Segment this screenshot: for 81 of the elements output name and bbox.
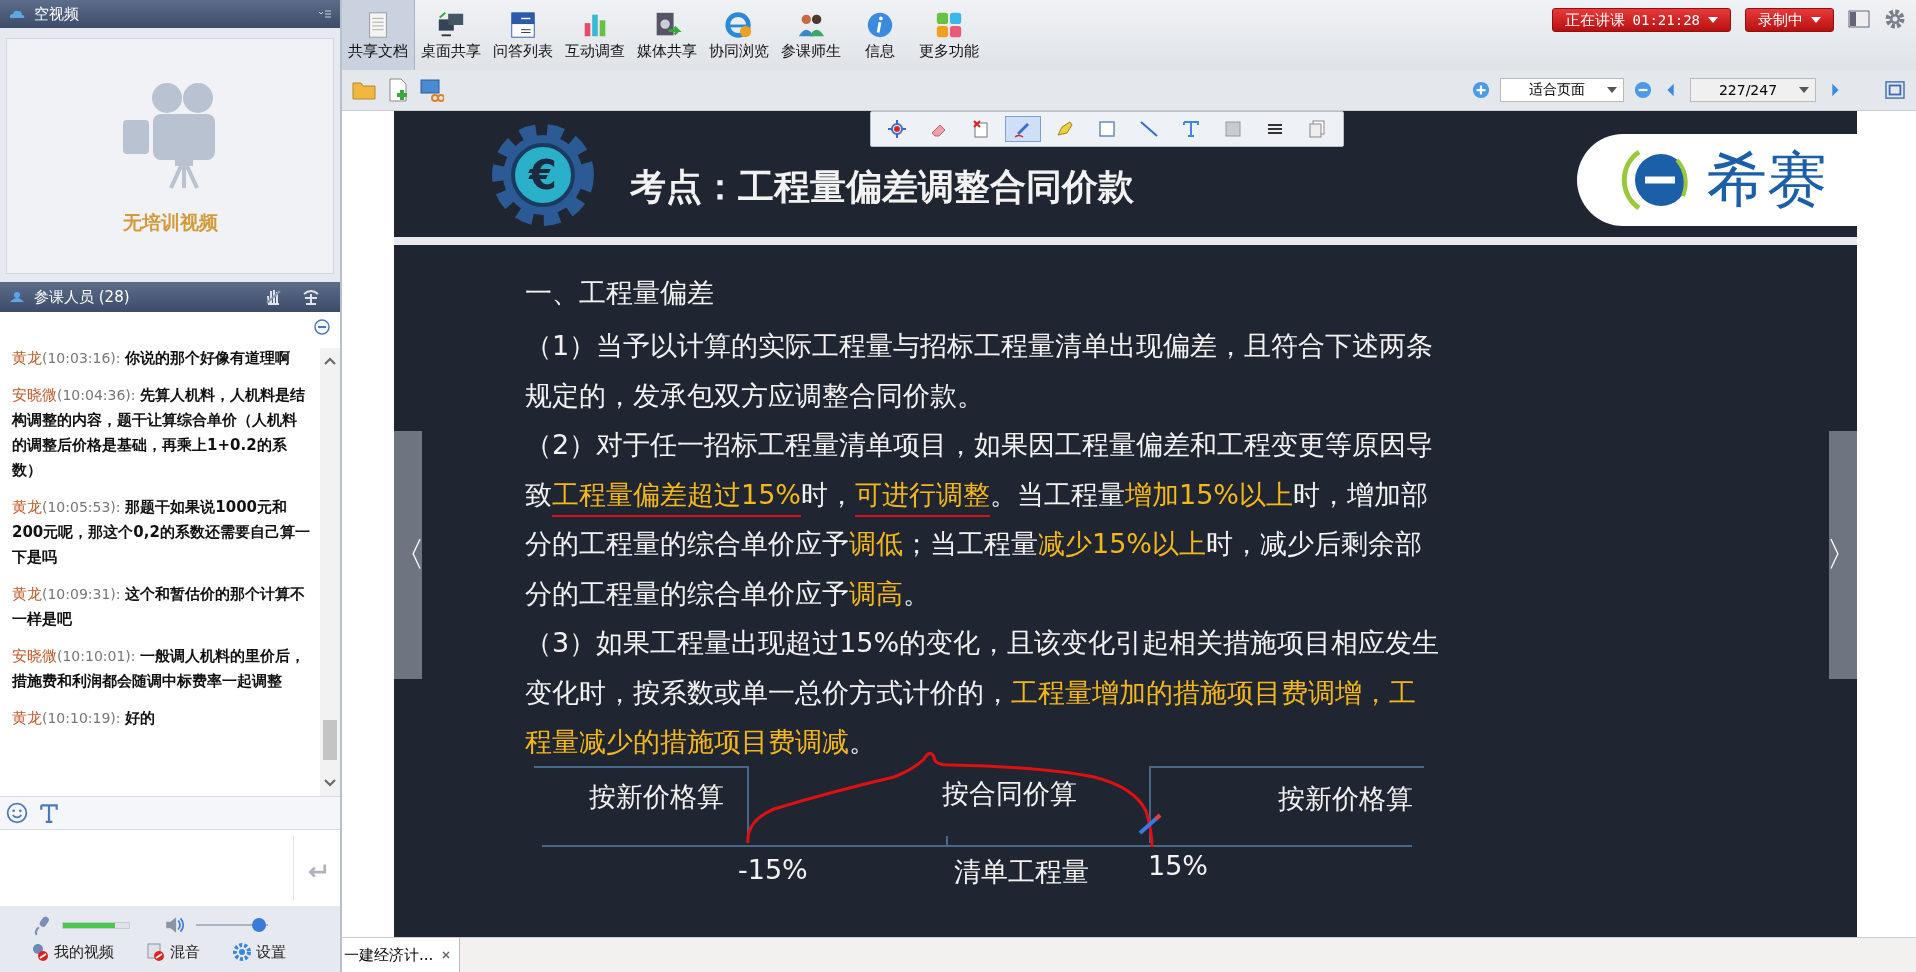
chat-message: 黄龙(10:10:19): 好的 bbox=[12, 708, 157, 729]
toolbar-button[interactable]: 互动调查 bbox=[559, 0, 631, 70]
caret-icon bbox=[1708, 17, 1718, 23]
toolbar-button[interactable]: 协同浏览 bbox=[703, 0, 775, 70]
caret-icon bbox=[1811, 17, 1821, 23]
screen-cut-icon[interactable] bbox=[420, 78, 444, 102]
settings-icon bbox=[232, 942, 252, 962]
previous-slide-button[interactable]: 〈 bbox=[394, 431, 422, 679]
chat-message: 黄龙(10:03:16): 你说的那个好像有道理啊 bbox=[12, 348, 292, 369]
document-tab[interactable]: 一建经济计... bbox=[342, 938, 461, 972]
fullscreen-icon[interactable] bbox=[1884, 81, 1906, 99]
recording-button[interactable]: 录制中 bbox=[1745, 8, 1834, 32]
axis-label: -15% bbox=[738, 854, 808, 885]
page-dropdown[interactable]: 227/247 bbox=[1690, 78, 1816, 102]
rect-icon bbox=[1097, 119, 1117, 139]
paragraph: （2）对于任一招标工程量清单项目，如果因工程量偏差和工程变更等原因导致工程量偏差超过15%时，可进行调整。当工程量增加15%以上时，增加部分的工程量的综合单价应予调低；当工程量减少15%以上时，减少后剩余部分的工程量的综合单价应予调高。 bbox=[525, 428, 1435, 611]
people-icon bbox=[8, 291, 26, 303]
toolbar-button[interactable]: 共享文档 bbox=[342, 0, 415, 70]
collapse-icon[interactable] bbox=[314, 319, 330, 335]
clear-icon bbox=[971, 119, 991, 139]
zoom-out-icon[interactable] bbox=[1634, 81, 1652, 99]
podium-icon[interactable] bbox=[302, 288, 320, 306]
logo-text: 希赛 bbox=[1707, 142, 1827, 216]
camera-off-icon bbox=[30, 942, 50, 962]
chat-message: 安晓微(10:04:36): 先算人机料，人机料是结构调整的内容，题干让算综合单价（人机料的调整后价格是基础，再乘上1+0.2的系数） bbox=[12, 385, 307, 481]
caret-icon bbox=[1799, 87, 1809, 93]
new-file-icon[interactable] bbox=[386, 78, 410, 102]
panel-title: 空视频 bbox=[34, 4, 80, 24]
microphone-level-meter bbox=[62, 921, 130, 929]
caret-icon bbox=[1607, 87, 1617, 93]
live-status-button[interactable]: 正在讲课 01:21:28 bbox=[1551, 8, 1731, 32]
next-slide-button[interactable]: 〉 bbox=[1829, 431, 1857, 679]
scroll-thumb[interactable] bbox=[323, 720, 337, 760]
chat-message: 黄龙(10:05:53): 那题干如果说1000元和200元呢，那这个0,2的系数还需要自己算一下是吗 bbox=[12, 497, 310, 568]
section-heading: 一、工程量偏差 bbox=[525, 276, 715, 310]
paragraph: （1）当予以计算的实际工程量与招标工程量清单出现偏差，且符合下述两条规定的，发承包双方应调整合同价款。 bbox=[525, 329, 1435, 413]
pointer-icon bbox=[887, 119, 907, 139]
fill-icon bbox=[1223, 119, 1243, 139]
diagram-label: 按新价格算 bbox=[1278, 783, 1413, 814]
zoom-dropdown[interactable]: 适合页面 bbox=[1500, 78, 1624, 102]
enter-icon[interactable] bbox=[306, 862, 328, 880]
mix-off-icon bbox=[146, 942, 166, 962]
toolbar-button[interactable]: 参课师生 bbox=[775, 0, 847, 70]
chat-message: 安晓微(10:10:01): 一般调人机料的里价后，措施费和利润都会随调中标费率一起调整 bbox=[12, 646, 307, 692]
browser-icon bbox=[724, 9, 754, 40]
layout-icon[interactable] bbox=[1848, 8, 1870, 30]
pen-tool-button[interactable] bbox=[1005, 116, 1041, 142]
toolbar-button[interactable]: 桌面共享 bbox=[415, 0, 487, 70]
emoji-icon[interactable] bbox=[6, 802, 28, 824]
zoom-in-icon[interactable] bbox=[1472, 81, 1490, 99]
settings-icon[interactable] bbox=[1884, 8, 1906, 30]
copy-icon bbox=[1307, 119, 1327, 139]
axis-label: 清单工程量 bbox=[954, 856, 1089, 887]
diagram-label: 按合同价算 bbox=[942, 778, 1077, 809]
diagram-label: 按新价格算 bbox=[589, 781, 724, 812]
settings-button[interactable]: 设置 bbox=[232, 940, 286, 964]
qa-icon bbox=[508, 9, 538, 40]
font-icon[interactable] bbox=[38, 802, 60, 824]
toolbar-button[interactable]: 问答列表 bbox=[487, 0, 559, 70]
close-icon[interactable] bbox=[441, 950, 452, 960]
slide-title: 考点：工程量偏差调整合同价款 bbox=[630, 164, 1135, 209]
toolbar-button[interactable]: 媒体共享 bbox=[631, 0, 703, 70]
axis-label: 15% bbox=[1148, 850, 1208, 881]
menu-icon[interactable] bbox=[318, 9, 332, 19]
hand-icon[interactable] bbox=[264, 288, 282, 306]
cloud-icon bbox=[8, 8, 26, 20]
panel-title: 参课人员 (28) bbox=[34, 287, 131, 307]
my-video-button[interactable]: 我的视频 bbox=[30, 940, 114, 964]
currency-symbol: € bbox=[527, 151, 558, 200]
highlighter-icon bbox=[1055, 119, 1075, 139]
chat-message: 黄龙(10:09:31): 这个和暂估价的那个计算不一样是吧 bbox=[12, 584, 307, 630]
pen-cursor-icon bbox=[1138, 813, 1162, 835]
scrollbar[interactable] bbox=[320, 348, 340, 796]
volume-slider[interactable] bbox=[196, 917, 268, 933]
no-video-message: 无培训视频 bbox=[122, 210, 218, 235]
toolbar-button[interactable]: 信息 bbox=[847, 0, 913, 70]
paragraph: （3）如果工程量出现超过15%的变化，且该变化引起相关措施项目相应发生变化时，按系数或单一总价方式计价的，工程量增加的措施项目费调增，工程量减少的措施项目费调减。 bbox=[525, 626, 1440, 759]
mix-button[interactable]: 混音 bbox=[146, 940, 200, 964]
text-icon bbox=[1181, 119, 1201, 139]
toolbar-button[interactable]: 更多功能 bbox=[913, 0, 985, 70]
line-icon bbox=[1139, 119, 1159, 139]
